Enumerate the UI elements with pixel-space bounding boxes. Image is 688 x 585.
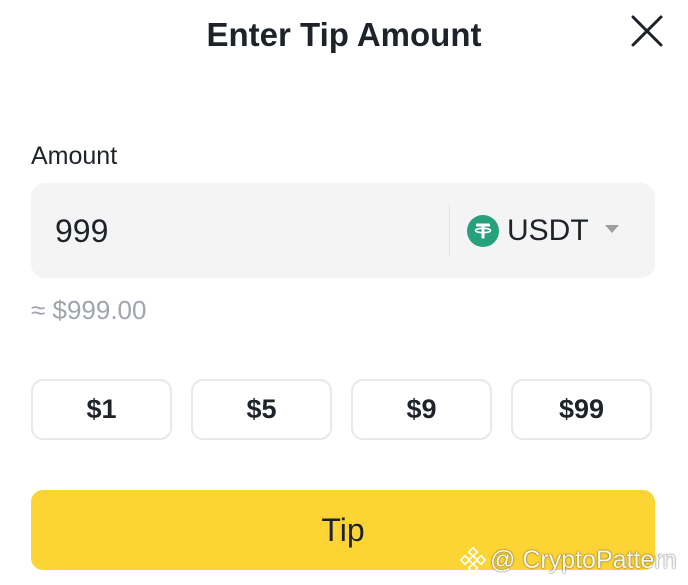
currency-selector[interactable]: USDT bbox=[465, 205, 635, 257]
preset-amount-5[interactable]: $5 bbox=[191, 379, 332, 440]
currency-label: USDT bbox=[507, 214, 589, 247]
watermark: @ CryptoPattern bbox=[460, 544, 677, 576]
amount-input[interactable] bbox=[55, 205, 435, 257]
dialog-title: Enter Tip Amount bbox=[206, 16, 482, 53]
preset-amount-1[interactable]: $1 bbox=[31, 379, 172, 440]
binance-logo-icon bbox=[460, 547, 486, 573]
amount-label: Amount bbox=[31, 142, 118, 170]
watermark-text: @ CryptoPattern bbox=[490, 545, 677, 574]
preset-amount-9[interactable]: $9 bbox=[351, 379, 492, 440]
caret-down-icon bbox=[605, 225, 619, 233]
tether-icon bbox=[467, 215, 499, 247]
amount-field-container: USDT bbox=[31, 183, 655, 278]
close-button[interactable] bbox=[626, 10, 668, 52]
field-divider bbox=[449, 205, 450, 255]
preset-amount-99[interactable]: $99 bbox=[511, 379, 652, 440]
approx-fiat-value: ≈ $999.00 bbox=[31, 295, 147, 325]
close-icon bbox=[631, 15, 663, 47]
